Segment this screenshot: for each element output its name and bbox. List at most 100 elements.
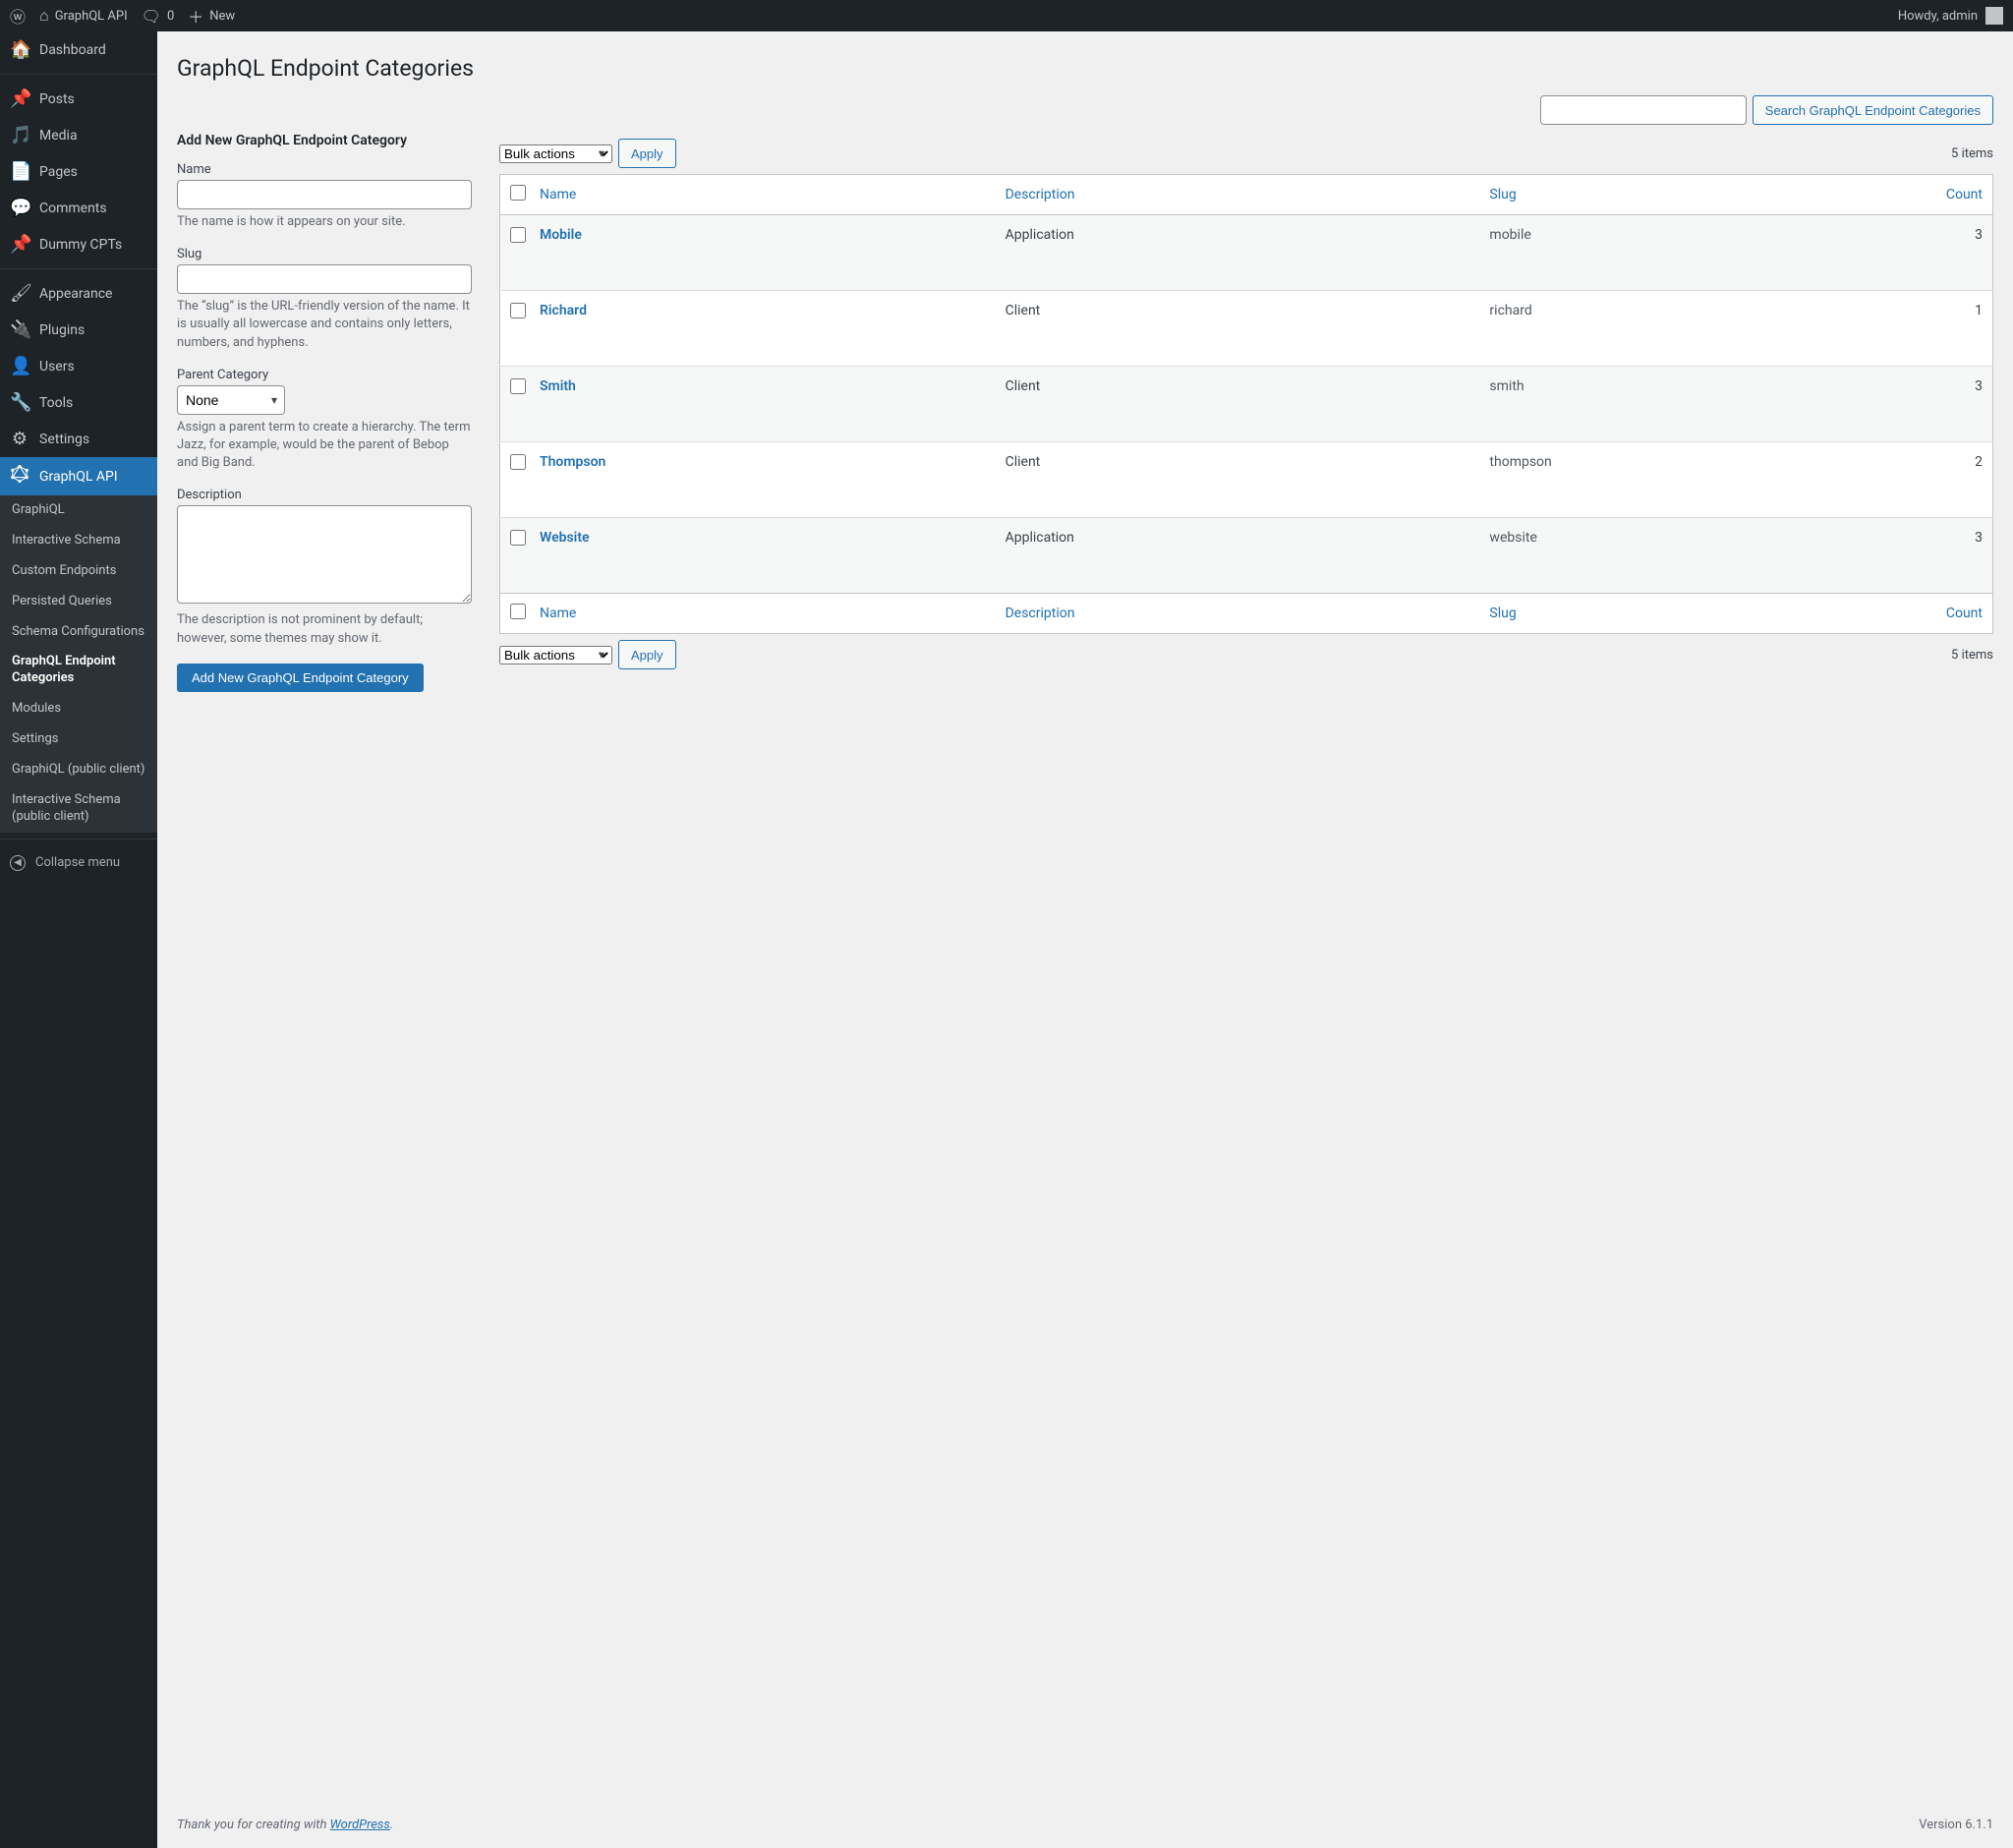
collapse-icon: ◀: [10, 855, 26, 871]
submit-button[interactable]: Add New GraphQL Endpoint Category: [177, 664, 424, 692]
sidebar-item-label: Dummy CPTs: [39, 237, 122, 253]
graphql-submenu: GraphiQL Interactive Schema Custom Endpo…: [0, 495, 157, 833]
sidebar-item-label: Plugins: [39, 322, 85, 338]
new-label: New: [209, 9, 235, 24]
col-description-ft[interactable]: Description: [1006, 606, 1075, 621]
term-name-link[interactable]: Smith: [540, 378, 576, 394]
table-row: MobileApplicationmobile3: [500, 215, 1993, 291]
parent-label: Parent Category: [177, 368, 472, 382]
col-name[interactable]: Name: [540, 187, 576, 202]
term-name-link[interactable]: Mobile: [540, 227, 582, 243]
plus-icon: ＋: [188, 4, 203, 28]
table-row: SmithClientsmith3: [500, 367, 1993, 442]
row-checkbox[interactable]: [510, 227, 526, 243]
site-link[interactable]: ⌂GraphQL API: [39, 6, 128, 26]
sidebar-item-plugins[interactable]: 🔌Plugins: [0, 312, 157, 348]
submenu-custom-endpoints[interactable]: Custom Endpoints: [0, 556, 157, 587]
row-checkbox[interactable]: [510, 454, 526, 470]
pin-icon: 📌: [10, 88, 29, 109]
submenu-graphiql[interactable]: GraphiQL: [0, 495, 157, 526]
col-count[interactable]: Count: [1946, 187, 1983, 202]
name-input[interactable]: [177, 180, 472, 209]
search-input[interactable]: [1540, 95, 1747, 125]
slug-label: Slug: [177, 247, 472, 261]
new-link[interactable]: ＋ New: [188, 4, 235, 28]
term-description: Client: [996, 367, 1480, 442]
submenu-endpoint-categories[interactable]: GraphQL Endpoint Categories: [0, 647, 157, 694]
row-checkbox[interactable]: [510, 378, 526, 394]
sidebar-item-settings[interactable]: ⚙Settings: [0, 421, 157, 457]
footer-version: Version 6.1.1: [1919, 1818, 1993, 1832]
parent-select[interactable]: None: [177, 385, 285, 415]
sidebar-item-media[interactable]: 🎵Media: [0, 117, 157, 153]
description-label: Description: [177, 488, 472, 502]
sidebar-item-dummy-cpts[interactable]: 📌Dummy CPTs: [0, 226, 157, 262]
col-slug-ft[interactable]: Slug: [1489, 606, 1516, 621]
avatar: [1985, 7, 2003, 25]
page-title: GraphQL Endpoint Categories: [177, 55, 1993, 82]
term-description: Client: [996, 442, 1480, 518]
submenu-schema-configurations[interactable]: Schema Configurations: [0, 617, 157, 648]
comments-count: 0: [167, 9, 174, 24]
col-description[interactable]: Description: [1006, 187, 1075, 202]
comments-link[interactable]: 🗨0: [142, 7, 175, 26]
search-button[interactable]: Search GraphQL Endpoint Categories: [1753, 95, 1993, 125]
submenu-settings[interactable]: Settings: [0, 724, 157, 755]
sidebar-item-posts[interactable]: 📌 Posts: [0, 81, 157, 117]
slug-desc: The “slug” is the URL-friendly version o…: [177, 298, 472, 352]
term-name-link[interactable]: Website: [540, 530, 590, 546]
footer-thanks: Thank you for creating with: [177, 1818, 330, 1832]
apply-bottom-button[interactable]: Apply: [618, 640, 676, 669]
bulk-actions-top[interactable]: Bulk actions: [499, 144, 612, 163]
slug-input[interactable]: [177, 264, 472, 294]
sidebar-item-label: Posts: [39, 91, 75, 107]
term-slug: thompson: [1479, 442, 1924, 518]
row-checkbox[interactable]: [510, 303, 526, 318]
term-count: 2: [1925, 442, 1993, 518]
submenu-graphiql-public[interactable]: GraphiQL (public client): [0, 755, 157, 785]
sidebar-item-tools[interactable]: 🔧Tools: [0, 384, 157, 421]
sidebar-item-label: GraphQL API: [39, 469, 118, 485]
sidebar-item-comments[interactable]: 💬Comments: [0, 190, 157, 226]
col-count-ft[interactable]: Count: [1946, 606, 1983, 621]
description-textarea[interactable]: [177, 505, 472, 604]
table-row: WebsiteApplicationwebsite3: [500, 518, 1993, 594]
term-name-link[interactable]: Thompson: [540, 454, 605, 470]
term-description: Client: [996, 291, 1480, 367]
submenu-interactive-schema-public[interactable]: Interactive Schema (public client): [0, 785, 157, 833]
collapse-menu[interactable]: ◀Collapse menu: [0, 845, 157, 881]
apply-top-button[interactable]: Apply: [618, 139, 676, 168]
page-icon: 📄: [10, 161, 29, 182]
sidebar-item-label: Users: [39, 359, 75, 375]
sidebar-item-label: Media: [39, 128, 78, 144]
submenu-interactive-schema[interactable]: Interactive Schema: [0, 526, 157, 556]
user-icon: 👤: [10, 356, 29, 376]
sidebar-item-users[interactable]: 👤 Users: [0, 348, 157, 384]
footer: Thank you for creating with WordPress. V…: [157, 1802, 2013, 1848]
sidebar-item-graphql-api[interactable]: GraphQL API: [0, 457, 157, 495]
sidebar-item-dashboard[interactable]: 🏠Dashboard: [0, 31, 157, 68]
term-slug: mobile: [1479, 215, 1924, 291]
col-name-ft[interactable]: Name: [540, 606, 576, 621]
form-heading: Add New GraphQL Endpoint Category: [177, 133, 472, 148]
sidebar-item-pages[interactable]: 📄 Pages: [0, 153, 157, 190]
add-term-form: Add New GraphQL Endpoint Category Name T…: [177, 133, 472, 692]
col-slug[interactable]: Slug: [1489, 187, 1516, 202]
term-name-link[interactable]: Richard: [540, 303, 587, 318]
site-name: GraphQL API: [55, 9, 128, 24]
term-count: 3: [1925, 367, 1993, 442]
sidebar-item-appearance[interactable]: 🖌Appearance: [0, 275, 157, 312]
select-all-bottom[interactable]: [510, 604, 526, 619]
bulk-actions-bottom[interactable]: Bulk actions: [499, 646, 612, 664]
submenu-persisted-queries[interactable]: Persisted Queries: [0, 587, 157, 617]
submenu-modules[interactable]: Modules: [0, 694, 157, 724]
row-checkbox[interactable]: [510, 530, 526, 546]
select-all-top[interactable]: [510, 185, 526, 201]
sidebar-item-label: Pages: [39, 164, 78, 180]
footer-wp-link[interactable]: WordPress: [330, 1818, 390, 1832]
graphql-icon: [10, 465, 29, 488]
wp-logo[interactable]: ⓦ: [10, 4, 26, 28]
term-count: 1: [1925, 291, 1993, 367]
items-count-bottom: 5 items: [1951, 648, 1993, 663]
howdy[interactable]: Howdy, admin: [1898, 7, 2003, 25]
